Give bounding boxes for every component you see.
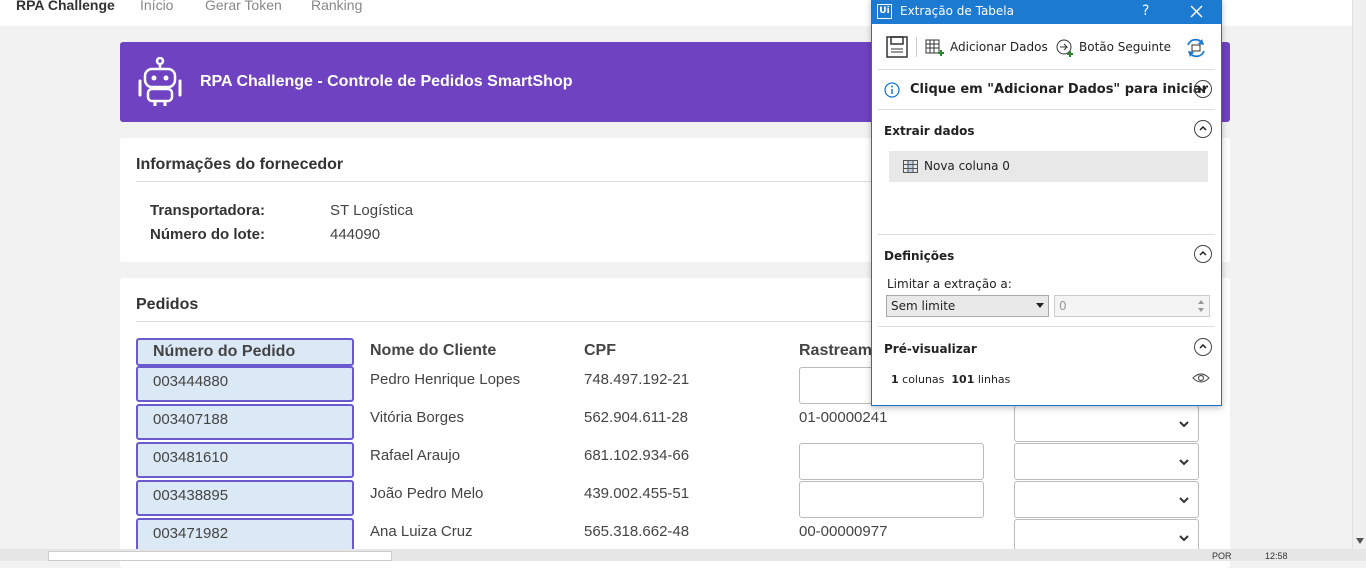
- batch-label: Número do lote:: [150, 226, 265, 243]
- limit-select-value: Sem limite: [891, 299, 956, 313]
- orders-card-title: Pedidos: [136, 296, 199, 313]
- eye-icon[interactable]: [1192, 372, 1210, 384]
- tracking-cell: 01-00000241: [799, 409, 888, 426]
- column-item-label: Nova coluna 0: [924, 159, 1010, 173]
- add-data-icon: [925, 39, 944, 56]
- dialog-titlebar[interactable]: Ui Extração de Tabela ?: [872, 0, 1221, 24]
- hint-text: Clique em "Adicionar Dados" para iniciar: [910, 82, 1209, 97]
- close-icon[interactable]: [1190, 5, 1203, 18]
- tracking-input[interactable]: [799, 443, 984, 480]
- supplier-card-title: Informações do fornecedor: [136, 156, 344, 173]
- rows-label: linhas: [974, 373, 1011, 386]
- carrier-label: Transportadora:: [150, 202, 266, 219]
- toolbar-separator: [916, 37, 917, 57]
- preview-collapse-button[interactable]: [1194, 338, 1212, 356]
- dropdown-arrow-icon: [1036, 303, 1044, 308]
- column-icon: [903, 160, 918, 173]
- cpf-cell: 565.318.662-48: [584, 523, 690, 540]
- language-indicator[interactable]: POR: [1212, 552, 1232, 561]
- chevron-down-icon: [1179, 497, 1189, 504]
- limit-number-value: 0: [1059, 299, 1067, 313]
- order-number-cell: 003438895: [136, 480, 354, 516]
- columns-label: colunas: [898, 373, 945, 386]
- cpf-cell: 748.497.192-21: [584, 371, 690, 388]
- preview-section-title: Pré-visualizar: [884, 342, 977, 356]
- next-button-icon: [1056, 39, 1073, 57]
- nav-link-gerar-token[interactable]: Gerar Token: [205, 0, 282, 20]
- column-header-cpf: CPF: [584, 342, 616, 359]
- column-list-item[interactable]: Nova coluna 0: [889, 151, 1208, 182]
- batch-value: 444090: [330, 226, 381, 243]
- column-header-order-number: Número do Pedido: [136, 338, 354, 366]
- client-name-cell: Pedro Henrique Lopes: [370, 371, 521, 388]
- scroll-down-icon[interactable]: [1356, 538, 1364, 544]
- cpf-cell: 439.002.455-51: [584, 485, 690, 502]
- brand-link[interactable]: RPA Challenge: [16, 0, 115, 20]
- chevron-down-icon: [1179, 421, 1189, 428]
- hint-expand-button[interactable]: [1194, 80, 1212, 98]
- nav-link-inicio[interactable]: Início: [140, 0, 173, 20]
- tracking-cell: 00-00000977: [799, 523, 888, 540]
- divider: [878, 109, 1215, 110]
- chevron-up-icon: [1199, 250, 1207, 256]
- save-icon[interactable]: [886, 36, 908, 58]
- page-title: RPA Challenge - Controle de Pedidos Smar…: [200, 73, 573, 90]
- cpf-cell: 562.904.611-28: [584, 409, 688, 426]
- column-header-client-name: Nome do Cliente: [370, 342, 497, 359]
- next-button-label: Botão Seguinte: [1079, 40, 1172, 54]
- chevron-up-icon: [1199, 343, 1207, 349]
- carrier-value: ST Logística: [330, 202, 414, 219]
- chevron-down-icon: [1179, 535, 1189, 542]
- settings-collapse-button[interactable]: [1194, 245, 1212, 263]
- order-number-cell: 003407188: [136, 404, 354, 440]
- extract-collapse-button[interactable]: [1194, 120, 1212, 138]
- rows-count: 101: [951, 373, 975, 386]
- chevron-down-icon: [1179, 459, 1189, 466]
- uipath-logo-icon: Ui: [877, 4, 892, 19]
- robot-icon: [138, 57, 182, 106]
- dialog-title: Extração de Tabela: [900, 4, 1014, 18]
- table-extraction-dialog: Ui Extração de Tabela ? Adicionar Dados: [871, 0, 1222, 406]
- client-name-cell: Ana Luiza Cruz: [370, 523, 473, 540]
- nav-link-ranking[interactable]: Ranking: [311, 0, 362, 20]
- limit-label: Limitar a extração a:: [887, 277, 1012, 291]
- status-select[interactable]: [1014, 443, 1199, 480]
- extract-section-title: Extrair dados: [884, 124, 975, 138]
- order-number-cell: 003444880: [136, 366, 354, 402]
- info-icon: [884, 82, 900, 98]
- client-name-cell: João Pedro Melo: [370, 485, 484, 502]
- taskbar-search-box[interactable]: [48, 551, 392, 561]
- divider: [878, 69, 1215, 70]
- client-name-cell: Vitória Borges: [370, 409, 464, 426]
- limit-number-input[interactable]: 0: [1054, 295, 1210, 317]
- chevron-up-icon: [1199, 125, 1207, 131]
- limit-select[interactable]: Sem limite: [886, 295, 1049, 317]
- page-scrollbar[interactable]: [1352, 0, 1366, 549]
- preview-summary: 1 colunas 101 linhas: [891, 373, 1010, 386]
- cpf-cell: 681.102.934-66: [584, 447, 690, 464]
- settings-section-title: Definições: [884, 249, 955, 263]
- chevron-down-icon: [1199, 87, 1207, 93]
- status-select[interactable]: [1014, 405, 1199, 442]
- number-spinner-icon[interactable]: [1197, 298, 1205, 314]
- help-button[interactable]: ?: [1142, 0, 1149, 24]
- add-data-label: Adicionar Dados: [950, 40, 1048, 54]
- order-number-cell: 003481610: [136, 442, 354, 478]
- taskbar-clock[interactable]: 12:58: [1265, 552, 1288, 561]
- divider: [878, 326, 1215, 327]
- divider: [878, 234, 1215, 235]
- refresh-table-icon[interactable]: [1184, 37, 1208, 59]
- tracking-input[interactable]: [799, 481, 984, 518]
- client-name-cell: Rafael Araujo: [370, 447, 461, 464]
- columns-count: 1: [891, 373, 899, 386]
- taskbar: POR 12:58: [0, 549, 1366, 561]
- status-select[interactable]: [1014, 481, 1199, 518]
